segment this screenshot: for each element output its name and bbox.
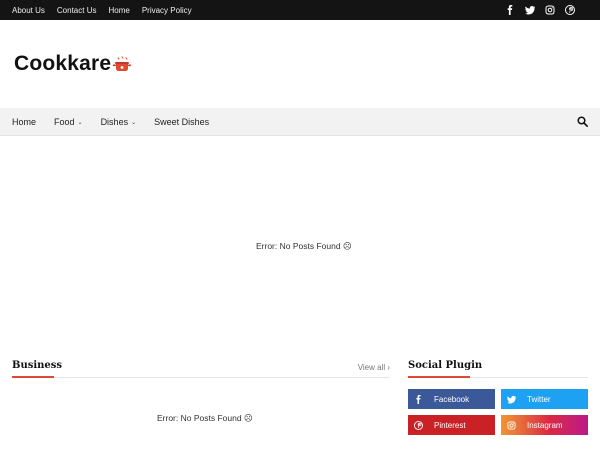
- button-label: Instagram: [527, 420, 563, 430]
- nav-item-food[interactable]: Food ⌄: [54, 117, 83, 127]
- top-link-home[interactable]: Home: [108, 6, 129, 15]
- top-bar: About Us Contact Us Home Privacy Policy: [0, 0, 600, 20]
- business-section: Business View all › Error: No Posts Foun…: [12, 358, 390, 423]
- title-underline: [12, 376, 54, 378]
- main-nav: Home Food ⌄ Dishes ⌄ Sweet Dishes: [0, 108, 600, 136]
- twitter-button[interactable]: Twitter: [501, 389, 588, 409]
- nav-item-label: Home: [12, 117, 37, 127]
- nav-item-dishes[interactable]: Dishes ⌄: [101, 117, 137, 127]
- instagram-icon: [501, 415, 521, 435]
- featured-posts-area: Error: No Posts Found ☹: [0, 136, 600, 356]
- nav-item-home[interactable]: Home: [12, 117, 36, 127]
- pinterest-icon[interactable]: [564, 4, 576, 16]
- chevron-down-icon: ⌄: [77, 119, 83, 126]
- title-underline: [408, 376, 470, 378]
- facebook-icon: [408, 389, 428, 409]
- nav-item-label: Sweet Dishes: [154, 117, 210, 127]
- nav-item-sweet-dishes[interactable]: Sweet Dishes: [154, 117, 209, 127]
- chevron-down-icon: ⌄: [131, 119, 137, 126]
- no-posts-message: Error: No Posts Found ☹: [256, 241, 352, 251]
- nav-item-label: Food: [54, 117, 75, 127]
- button-label: Facebook: [434, 394, 470, 404]
- top-link-about-us[interactable]: About Us: [12, 6, 45, 15]
- instagram-button[interactable]: Instagram: [501, 415, 588, 435]
- facebook-button[interactable]: Facebook: [408, 389, 495, 409]
- logo-text: Cookkare: [14, 52, 112, 75]
- business-section-header: Business View all ›: [12, 358, 390, 378]
- instagram-icon[interactable]: [544, 4, 556, 16]
- button-label: Twitter: [527, 394, 551, 404]
- social-plugin-header: Social Plugin: [408, 358, 588, 378]
- twitter-icon: [501, 389, 521, 409]
- facebook-icon[interactable]: [504, 4, 516, 16]
- pinterest-button[interactable]: Pinterest: [408, 415, 495, 435]
- site-header: Cookkare: [0, 20, 600, 108]
- view-all-link[interactable]: View all ›: [358, 363, 390, 372]
- widget-title: Social Plugin: [408, 360, 483, 371]
- top-link-privacy-policy[interactable]: Privacy Policy: [142, 6, 192, 15]
- site-logo[interactable]: Cookkare: [14, 52, 132, 76]
- nav-item-label: Dishes: [100, 117, 129, 127]
- top-social-icons: [496, 0, 576, 20]
- no-posts-message: Error: No Posts Found ☹: [157, 413, 253, 423]
- section-title: Business: [12, 360, 63, 371]
- button-label: Pinterest: [434, 420, 466, 430]
- cooking-pot-icon: [113, 56, 132, 71]
- social-plugin-widget: Social Plugin Facebook Twitter Pinterest: [408, 358, 588, 435]
- search-icon[interactable]: [577, 116, 588, 127]
- top-links: About Us Contact Us Home Privacy Policy: [12, 0, 204, 20]
- top-link-contact-us[interactable]: Contact Us: [57, 6, 97, 15]
- pinterest-icon: [408, 415, 428, 435]
- twitter-icon[interactable]: [524, 4, 536, 16]
